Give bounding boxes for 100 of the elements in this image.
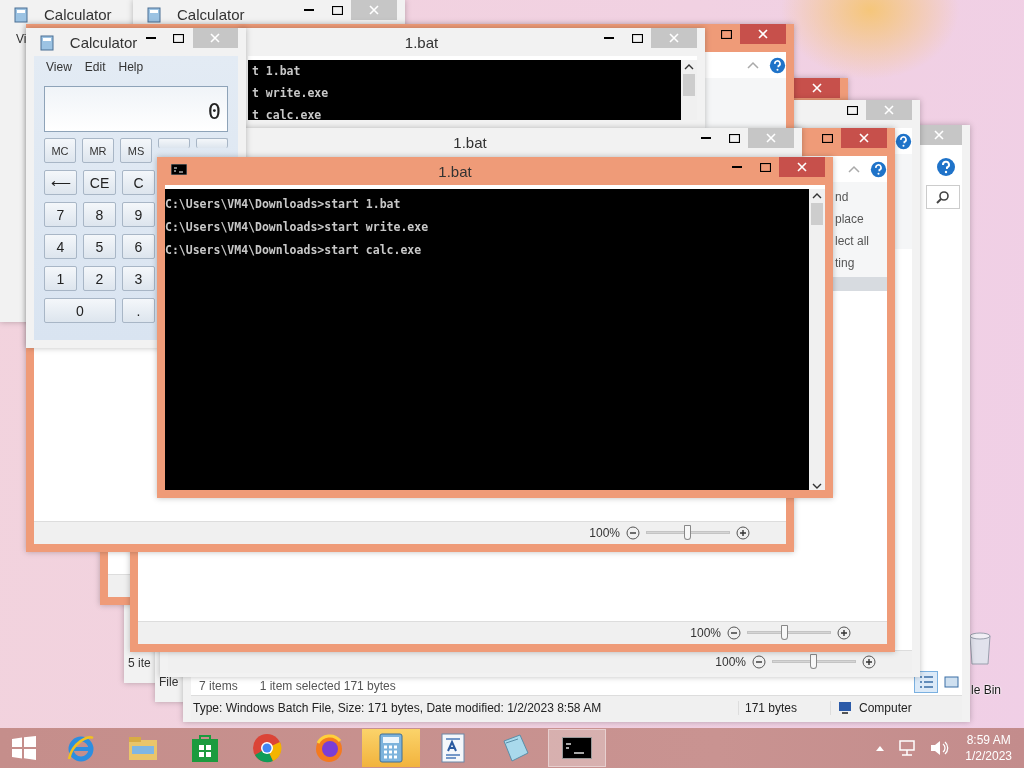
console-line: C:\Users\VM4\Downloads>start write.exe: [165, 220, 430, 234]
recycle-bin-label[interactable]: le Bin: [971, 683, 1002, 697]
console-line: t 1.bat: [252, 64, 302, 78]
close-icon: [758, 29, 768, 39]
scroll-up-icon[interactable]: [812, 192, 822, 200]
help-icon[interactable]: [870, 160, 887, 178]
close-icon: [812, 83, 822, 93]
calculator-key[interactable]: [158, 138, 190, 148]
slider-thumb[interactable]: [810, 654, 817, 669]
calculator-key[interactable]: 2: [83, 266, 116, 291]
show-hidden-icons-icon[interactable]: [875, 744, 886, 752]
console-line: t calc.exe: [252, 108, 323, 120]
ribbon-command[interactable]: place: [835, 212, 885, 226]
calculator-key[interactable]: 0: [44, 298, 116, 323]
ribbon-command[interactable]: nd: [835, 190, 885, 204]
menu-item[interactable]: Help: [118, 60, 144, 74]
volume-icon[interactable]: [929, 739, 950, 757]
scroll-down-icon[interactable]: [812, 482, 822, 490]
menu-item[interactable]: Vi: [16, 32, 27, 46]
calculator-key[interactable]: 5: [83, 234, 116, 259]
window-title: Calculator: [69, 33, 138, 51]
maximize-icon: [631, 33, 643, 43]
calculator-key[interactable]: [196, 138, 228, 148]
calculator-key[interactable]: MC: [44, 138, 76, 163]
minus-icon: [626, 526, 640, 540]
calculator-key[interactable]: 3: [122, 266, 155, 291]
calculator-key[interactable]: MR: [82, 138, 114, 163]
folder-icon: [127, 734, 159, 762]
menu-item[interactable]: Edit: [84, 60, 106, 74]
close-icon: [884, 105, 894, 115]
zoom-in-button[interactable]: [837, 626, 851, 640]
maximize-icon: [331, 5, 343, 15]
calculator-key[interactable]: CE: [83, 170, 116, 195]
minimize-icon: [146, 36, 157, 40]
minimize-icon: [304, 8, 314, 12]
calculator-key[interactable]: 8: [83, 202, 116, 227]
window-title: 1.bat: [452, 133, 488, 151]
zoom-out-button[interactable]: [626, 526, 640, 540]
minus-icon: [727, 626, 741, 640]
maximize-icon: [759, 162, 771, 172]
calculator-key[interactable]: .: [122, 298, 155, 323]
maximize-icon: [728, 133, 740, 143]
taskbar-app-button[interactable]: [548, 729, 606, 767]
calculator-key[interactable]: 4: [44, 234, 77, 259]
file-size: 171 bytes: [738, 701, 830, 715]
scroll-up-icon[interactable]: [684, 63, 694, 71]
window-title: 1.bat: [437, 162, 473, 180]
network-icon[interactable]: [897, 739, 918, 757]
close-icon: [934, 130, 944, 140]
browser-globe-icon: [314, 733, 344, 763]
calculator-key[interactable]: 1: [44, 266, 77, 291]
minimize-icon: [732, 165, 742, 169]
browser-e-icon: [66, 733, 96, 763]
chevron-up-icon[interactable]: [747, 61, 759, 69]
calculator-key[interactable]: 7: [44, 202, 77, 227]
scrollbar[interactable]: [809, 189, 825, 490]
calculator-key[interactable]: 9: [122, 202, 155, 227]
scroll-thumb[interactable]: [683, 74, 695, 96]
plus-icon: [736, 526, 750, 540]
search-button[interactable]: [926, 185, 960, 209]
minimize-icon: [701, 136, 711, 140]
close-icon: [210, 33, 221, 43]
menu-item[interactable]: View: [46, 60, 72, 74]
calculator-key[interactable]: ⟵: [44, 170, 77, 195]
ribbon-command[interactable]: ting: [835, 256, 885, 270]
calculator-icon: [14, 7, 28, 23]
details-view-icon[interactable]: [914, 671, 938, 693]
zoom-in-button[interactable]: [736, 526, 750, 540]
chevron-up-icon[interactable]: [848, 165, 860, 173]
help-icon[interactable]: [936, 157, 956, 177]
window-title: Calculator: [177, 5, 245, 23]
calculator-icon: [40, 35, 54, 51]
zoom-level: 100%: [690, 626, 721, 640]
zoom-in-button[interactable]: [862, 655, 876, 669]
help-icon[interactable]: [769, 56, 786, 74]
slider-thumb[interactable]: [780, 625, 788, 640]
shopping-bag-icon: [191, 733, 219, 763]
thumbnail-view-icon[interactable]: [942, 673, 962, 691]
location-label: Computer: [859, 701, 912, 715]
close-icon: [797, 162, 807, 172]
search-icon: [936, 190, 950, 204]
scroll-thumb[interactable]: [811, 203, 823, 225]
help-icon[interactable]: [895, 132, 912, 150]
calculator-key[interactable]: MS: [120, 138, 152, 163]
close-icon: [766, 133, 776, 143]
close-icon: [859, 133, 869, 143]
selection-info: 1 item selected 171 bytes: [259, 679, 396, 693]
zoom-out-button[interactable]: [752, 655, 766, 669]
zoom-level: 100%: [715, 655, 746, 669]
slider-thumb[interactable]: [684, 525, 691, 540]
status-text: File: [159, 675, 179, 689]
ribbon-command[interactable]: lect all: [835, 234, 885, 248]
calculator-key[interactable]: C: [122, 170, 155, 195]
minus-icon: [752, 655, 766, 669]
maximize-icon: [173, 33, 185, 43]
recycle-bin-icon[interactable]: [967, 630, 993, 666]
zoom-out-button[interactable]: [727, 626, 741, 640]
computer-icon: [837, 701, 853, 715]
calculator-key[interactable]: 6: [122, 234, 155, 259]
minimize-icon: [604, 36, 614, 40]
